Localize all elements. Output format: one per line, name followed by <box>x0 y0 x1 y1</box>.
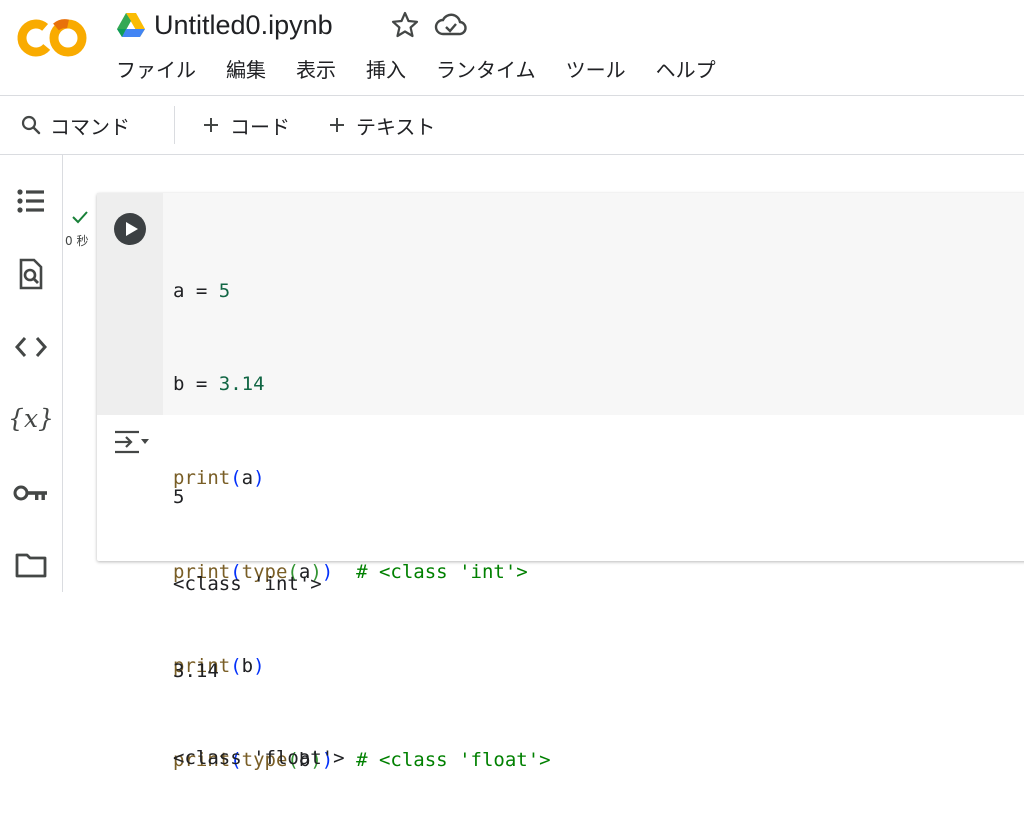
plus-icon <box>204 118 218 132</box>
table-of-contents-icon[interactable] <box>13 183 49 219</box>
add-text-button[interactable]: テキスト <box>326 96 435 154</box>
code-line: a = 5 <box>173 279 231 302</box>
menu-tools[interactable]: ツール <box>566 56 626 84</box>
output-text: 5 <class 'int'> 3.14 <class 'float'> <box>173 425 345 831</box>
code-line: b = 3.14 <box>173 373 265 396</box>
menu-insert[interactable]: 挿入 <box>366 56 406 84</box>
files-folder-icon[interactable] <box>13 547 49 583</box>
output-line: 3.14 <box>173 660 219 682</box>
cell-output: 5 <class 'int'> 3.14 <class 'float'> <box>97 415 1024 769</box>
menu-edit[interactable]: 編集 <box>226 56 266 84</box>
code-cell[interactable]: a = 5 b = 3.14 print(a) print(type(a)) #… <box>97 193 1024 771</box>
toolbar-divider <box>174 106 175 144</box>
notebook-title[interactable]: Untitled0.ipynb <box>154 7 333 43</box>
variables-label: {x} <box>8 403 54 433</box>
star-icon[interactable] <box>390 10 420 40</box>
output-actions-icon[interactable] <box>113 427 151 457</box>
command-palette-button[interactable]: コマンド <box>20 96 130 154</box>
variables-icon[interactable]: {x} <box>8 400 54 436</box>
command-label: コマンド <box>50 114 130 139</box>
add-code-label: コード <box>230 114 290 139</box>
menu-bar: ファイル 編集 表示 挿入 ランタイム ツール ヘルプ <box>116 56 716 84</box>
plus-icon <box>330 118 344 132</box>
execution-success-icon <box>72 211 88 224</box>
execution-time: 0 秒 <box>65 234 89 248</box>
output-line: <class 'float'> <box>173 747 345 769</box>
add-text-label: テキスト <box>356 114 436 139</box>
search-icon <box>21 115 41 135</box>
google-drive-icon[interactable] <box>116 12 146 38</box>
menu-file[interactable]: ファイル <box>116 56 196 84</box>
secrets-key-icon[interactable] <box>13 475 49 511</box>
output-line: 5 <box>173 486 185 508</box>
menu-view[interactable]: 表示 <box>296 56 336 84</box>
code-snippets-icon[interactable] <box>13 329 49 365</box>
find-icon[interactable] <box>13 256 49 292</box>
left-sidebar: {x} <box>0 155 63 592</box>
toolbar-divider-bottom <box>0 154 1024 155</box>
toolbar: コマンド コード テキスト <box>0 96 1024 154</box>
cloud-saved-icon[interactable] <box>434 11 468 39</box>
add-code-button[interactable]: コード <box>200 96 290 154</box>
colab-logo[interactable] <box>16 14 90 62</box>
menu-runtime[interactable]: ランタイム <box>436 56 536 84</box>
run-cell-button[interactable] <box>113 212 147 246</box>
code-editor[interactable]: a = 5 b = 3.14 print(a) print(type(a)) #… <box>97 193 1024 771</box>
menu-help[interactable]: ヘルプ <box>656 56 716 84</box>
output-line: <class 'int'> <box>173 573 322 595</box>
